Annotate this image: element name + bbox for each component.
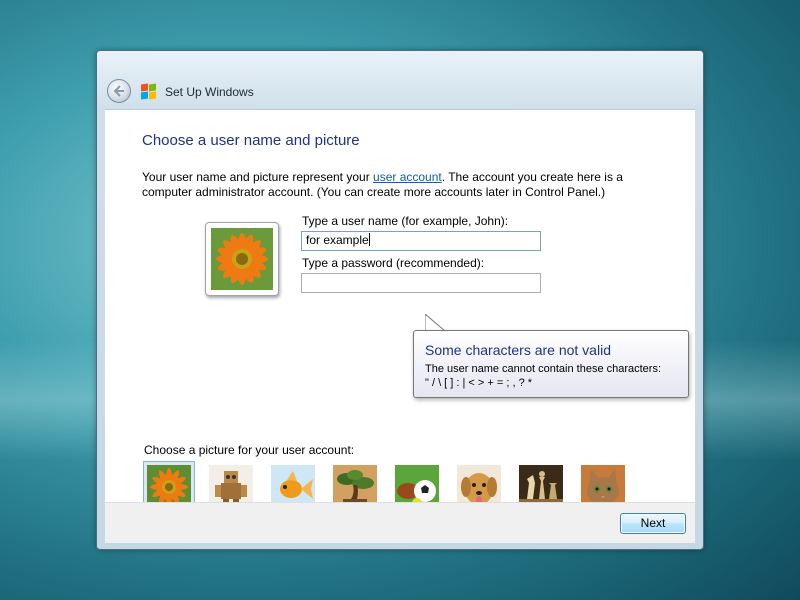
- orange-flower-image: [211, 228, 273, 290]
- page-description: Your user name and picture represent you…: [142, 170, 642, 200]
- password-input[interactable]: [301, 273, 541, 293]
- username-value: for example: [306, 233, 369, 247]
- next-button[interactable]: Next: [620, 513, 686, 534]
- back-button[interactable]: [107, 79, 131, 103]
- page-title: Choose a user name and picture: [142, 132, 360, 149]
- tooltip-line-1: The user name cannot contain these chara…: [425, 363, 662, 375]
- title-bar: Set Up Windows: [97, 51, 703, 109]
- tooltip-body: The user name cannot contain these chara…: [425, 362, 661, 390]
- back-arrow-icon: [113, 85, 124, 97]
- selected-picture-frame: [205, 222, 279, 296]
- username-label: Type a user name (for example, John):: [302, 214, 509, 228]
- content-area: Choose a user name and picture Your user…: [105, 109, 695, 513]
- text-caret: [368, 233, 370, 246]
- tooltip-line-2: " / \ [ ] : | < > + = ; , ? *: [425, 377, 533, 389]
- invalid-characters-tooltip: Some characters are not valid The user n…: [413, 330, 689, 398]
- windows-logo-icon: [141, 83, 157, 100]
- tooltip-title: Some characters are not valid: [425, 342, 611, 358]
- password-label: Type a password (recommended):: [302, 256, 485, 270]
- footer-bar: Next: [105, 502, 695, 543]
- pictures-label: Choose a picture for your user account:: [144, 443, 355, 457]
- description-text-1: Your user name and picture represent you…: [142, 170, 374, 184]
- user-account-link[interactable]: user account: [373, 170, 442, 184]
- setup-window: Set Up Windows Choose a user name and pi…: [96, 50, 704, 550]
- window-title: Set Up Windows: [165, 85, 254, 99]
- username-input[interactable]: for example: [301, 231, 541, 251]
